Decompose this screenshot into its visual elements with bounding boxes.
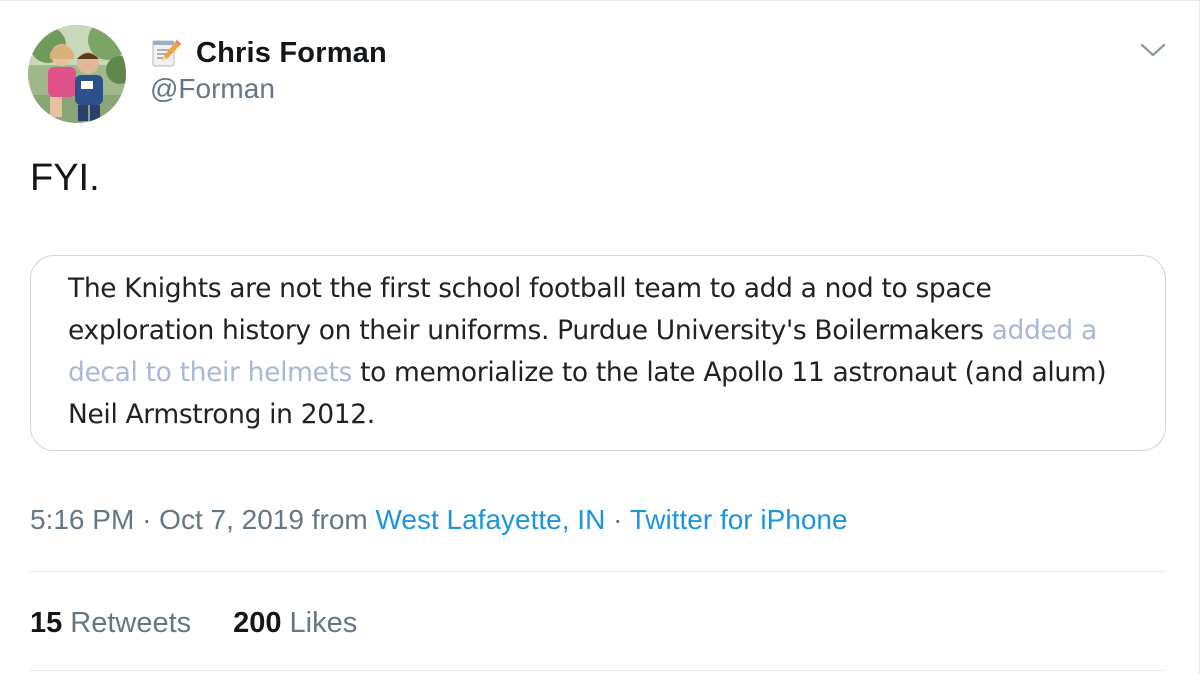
retweets-stat[interactable]: 15 Retweets xyxy=(30,607,191,640)
avatar[interactable] xyxy=(28,25,126,123)
divider xyxy=(30,571,1166,572)
retweets-label: Retweets xyxy=(70,607,192,639)
client-link[interactable]: Twitter for iPhone xyxy=(630,504,848,535)
retweets-count: 15 xyxy=(30,607,63,639)
author-display-name[interactable]: Chris Forman xyxy=(196,37,387,70)
tweet-metadata: 5:16 PM · Oct 7, 2019 from West Lafayett… xyxy=(30,504,848,536)
likes-label: Likes xyxy=(289,607,358,639)
meta-separator-2: · xyxy=(613,504,623,535)
likes-stat[interactable]: 200 Likes xyxy=(233,607,357,640)
likes-count: 200 xyxy=(233,607,282,639)
memo-pencil-icon xyxy=(152,40,181,67)
tweet-date[interactable]: Oct 7, 2019 xyxy=(159,504,304,535)
tweet-time[interactable]: 5:16 PM xyxy=(30,504,134,535)
author-name-row[interactable]: Chris Forman xyxy=(150,33,387,73)
from-label: from xyxy=(311,504,368,535)
avatar-photo xyxy=(28,25,126,123)
quoted-excerpt-text: The Knights are not the first school foo… xyxy=(68,268,1129,436)
tweet-text: FYI. xyxy=(30,157,100,199)
divider-bottom xyxy=(30,670,1166,671)
quote-text-before: The Knights are not the first school foo… xyxy=(68,273,992,346)
tweet-stats: 15 Retweets 200 Likes xyxy=(30,607,357,640)
author-handle[interactable]: @Forman xyxy=(150,73,275,105)
location-link[interactable]: West Lafayette, IN xyxy=(376,504,606,535)
quoted-excerpt-card[interactable]: The Knights are not the first school foo… xyxy=(30,255,1166,451)
tweet-detail: Chris Forman @Forman FYI. The Knights ar… xyxy=(0,0,1200,674)
meta-separator: · xyxy=(142,504,152,535)
chevron-down-icon[interactable] xyxy=(1140,41,1166,59)
